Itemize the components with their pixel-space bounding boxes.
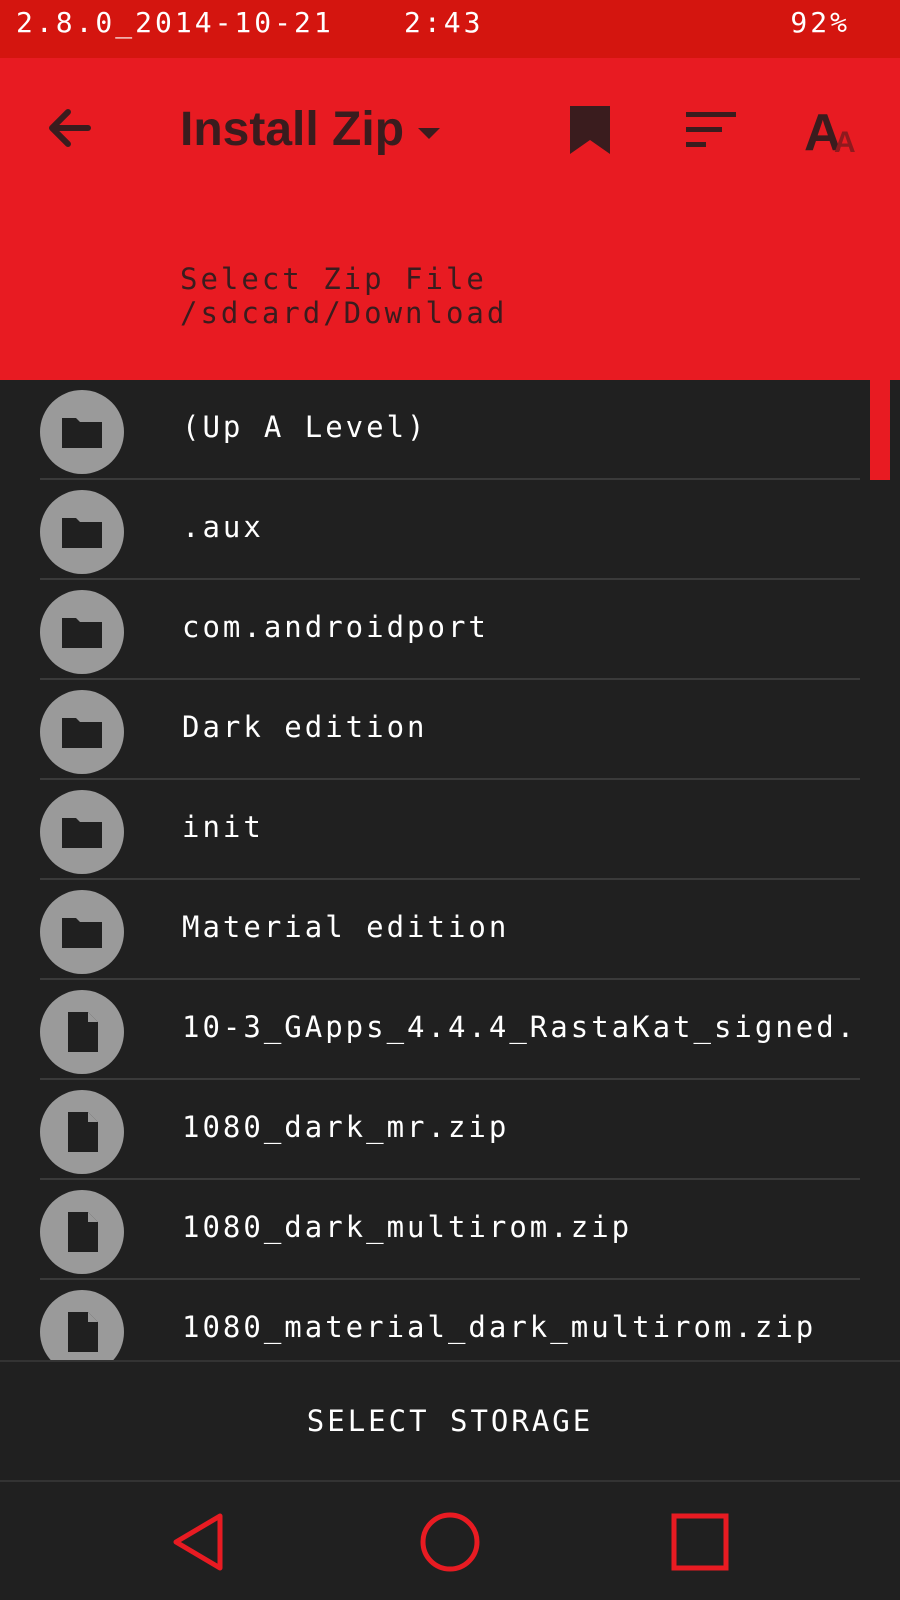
back-arrow-icon[interactable] — [42, 100, 98, 156]
file-list[interactable]: (Up A Level) .aux com.androidport Dark e… — [0, 380, 900, 1360]
select-storage-button[interactable]: SELECT STORAGE — [0, 1360, 900, 1480]
version-text: 2.8.0_2014-10-21 — [16, 6, 334, 39]
list-item-label: 1080_dark_multirom.zip — [182, 1210, 633, 1244]
font-size-icon[interactable]: AA — [804, 100, 864, 162]
folder-icon — [40, 890, 124, 974]
list-item-label: com.androidport — [182, 610, 489, 644]
list-item[interactable]: 1080_material_dark_multirom.zip — [40, 1280, 860, 1360]
list-item[interactable]: com.androidport — [40, 580, 860, 680]
toolbar: Install Zip AA Select Zip File /sdcard/D… — [0, 58, 900, 380]
folder-icon — [40, 790, 124, 874]
sort-icon[interactable] — [684, 110, 740, 150]
bookmark-icon[interactable] — [568, 104, 612, 156]
list-item-label: 1080_dark_mr.zip — [182, 1110, 510, 1144]
status-bar: 2.8.0_2014-10-21 2:43 92% — [0, 0, 900, 58]
folder-icon — [40, 690, 124, 774]
list-item[interactable]: .aux — [40, 480, 860, 580]
list-item-label: 10-3_GApps_4.4.4_RastaKat_signed.zip — [182, 1010, 860, 1044]
navigation-bar — [0, 1480, 900, 1600]
file-icon — [40, 990, 124, 1074]
list-item[interactable]: Material edition — [40, 880, 860, 980]
list-item[interactable]: Dark edition — [40, 680, 860, 780]
subtitle: Select Zip File /sdcard/Download — [180, 262, 507, 330]
list-item[interactable]: 1080_dark_multirom.zip — [40, 1180, 860, 1280]
folder-icon — [40, 390, 124, 474]
list-item-label: Material edition — [182, 910, 510, 944]
select-storage-label: SELECT STORAGE — [306, 1404, 594, 1438]
list-item-label: 1080_material_dark_multirom.zip — [182, 1310, 817, 1344]
clock: 2:43 — [404, 6, 484, 39]
list-item[interactable]: init — [40, 780, 860, 880]
folder-icon — [40, 490, 124, 574]
scrollbar-thumb[interactable] — [870, 380, 890, 480]
page-title[interactable]: Install Zip — [180, 102, 404, 157]
nav-back-icon[interactable] — [168, 1510, 232, 1574]
nav-home-icon[interactable] — [418, 1510, 482, 1574]
list-item-label: .aux — [182, 510, 264, 544]
list-item[interactable]: (Up A Level) — [40, 380, 860, 480]
list-item-label: Dark edition — [182, 710, 428, 744]
file-icon — [40, 1290, 124, 1360]
current-path: /sdcard/Download — [180, 296, 508, 330]
subtitle-line-1: Select Zip File — [180, 262, 487, 296]
nav-recents-icon[interactable] — [668, 1510, 732, 1574]
svg-text:A: A — [834, 126, 856, 159]
file-icon — [40, 1190, 124, 1274]
folder-icon — [40, 590, 124, 674]
chevron-down-icon[interactable] — [418, 128, 440, 139]
list-item-label: (Up A Level) — [182, 410, 428, 444]
list-item[interactable]: 10-3_GApps_4.4.4_RastaKat_signed.zip — [40, 980, 860, 1080]
battery-level: 92% — [790, 6, 850, 39]
list-item[interactable]: 1080_dark_mr.zip — [40, 1080, 860, 1180]
list-item-label: init — [182, 810, 264, 844]
file-icon — [40, 1090, 124, 1174]
